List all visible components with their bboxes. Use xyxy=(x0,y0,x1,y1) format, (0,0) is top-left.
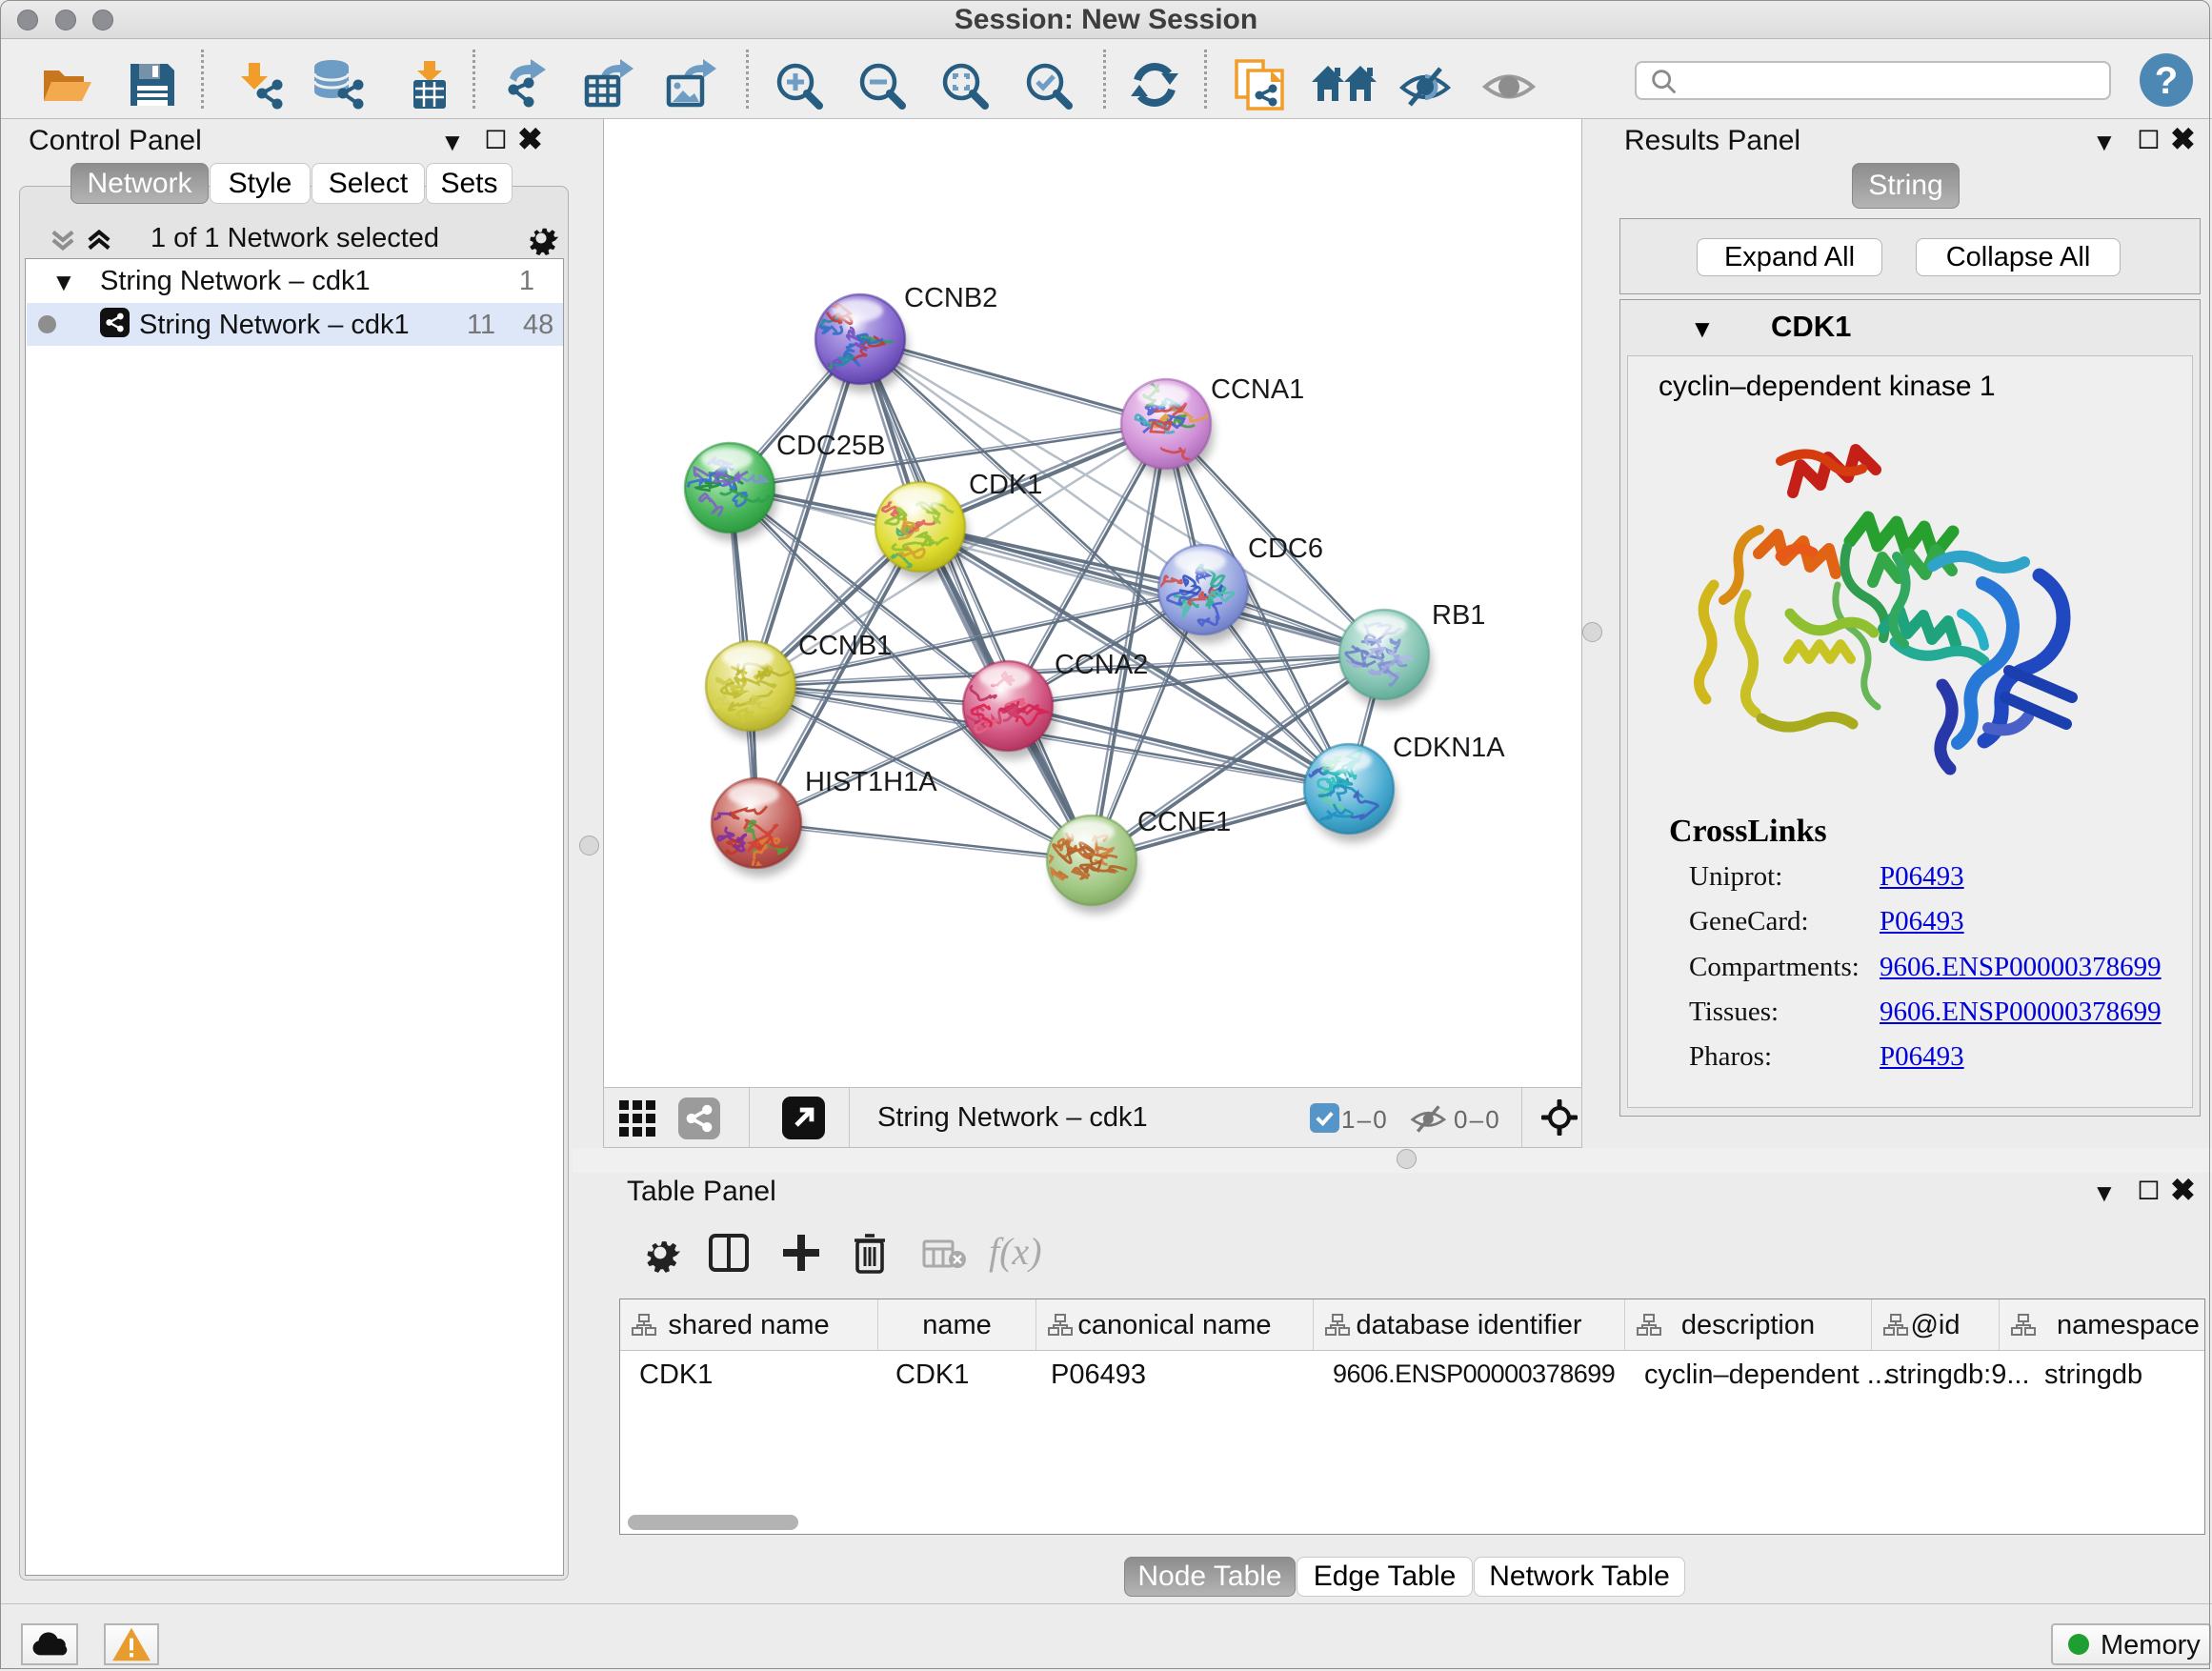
svg-text:?: ? xyxy=(2155,60,2178,102)
svg-text:CDK1: CDK1 xyxy=(969,470,1042,500)
svg-text:CDKN1A: CDKN1A xyxy=(1393,733,1505,763)
svg-text:HIST1H1A: HIST1H1A xyxy=(805,767,937,797)
svg-text:CDC6: CDC6 xyxy=(1248,534,1323,564)
svg-text:CCNE1: CCNE1 xyxy=(1137,807,1231,837)
svg-text:CDC25B: CDC25B xyxy=(776,431,885,461)
svg-text:CCNA1: CCNA1 xyxy=(1211,374,1304,405)
svg-text:CCNA2: CCNA2 xyxy=(1055,650,1148,680)
svg-text:CCNB2: CCNB2 xyxy=(904,283,997,313)
svg-text:RB1: RB1 xyxy=(1432,600,1485,631)
svg-text:CCNB1: CCNB1 xyxy=(798,631,892,661)
